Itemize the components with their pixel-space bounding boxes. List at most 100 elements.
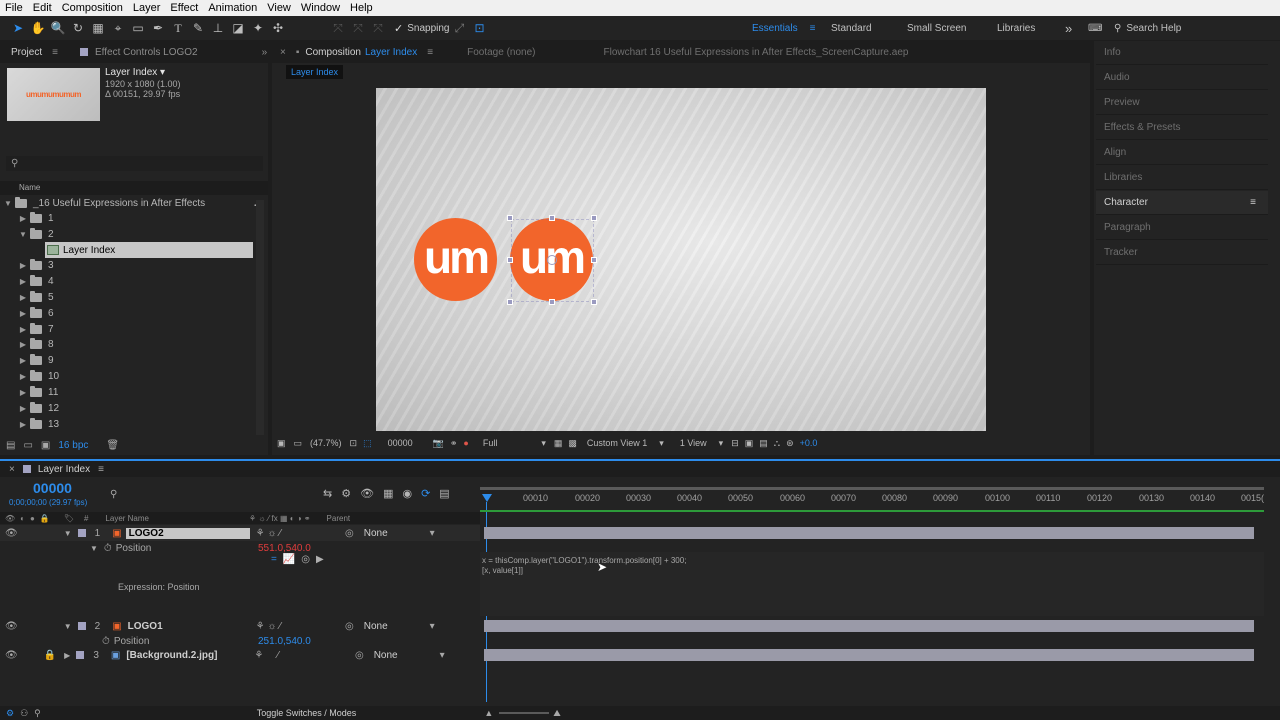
list-item[interactable]: ▶ 11 bbox=[0, 384, 268, 400]
fast-previews-icon[interactable]: ▦ bbox=[554, 438, 563, 449]
view-layout-dropdown[interactable]: Custom View 1 bbox=[587, 438, 647, 448]
property-value[interactable]: 251.0,540.0 bbox=[258, 636, 311, 647]
list-item[interactable]: ▶ 8 bbox=[0, 336, 268, 352]
menu-effect[interactable]: Effect bbox=[165, 2, 203, 14]
transfer-controls-icon[interactable]: ⚇ bbox=[20, 708, 28, 719]
close-icon[interactable]: × bbox=[9, 464, 15, 475]
tab-footage[interactable]: Footage (none) bbox=[467, 47, 535, 58]
project-search-input[interactable]: ⚲ bbox=[6, 156, 263, 171]
frame-blending-icon[interactable]: ▦ bbox=[383, 487, 393, 500]
list-item[interactable]: ▶ 1 bbox=[0, 210, 268, 226]
menu-view[interactable]: View bbox=[262, 2, 296, 14]
rectangle-tool-icon[interactable]: ▭ bbox=[128, 18, 148, 38]
layer-name[interactable]: [Background.2.jpg] bbox=[126, 650, 248, 661]
expand-panels-icon[interactable]: » bbox=[262, 47, 268, 58]
tab-project[interactable]: Project bbox=[11, 47, 42, 58]
motion-blur-icon[interactable]: ◉ bbox=[402, 487, 412, 500]
channel-icon[interactable]: ● bbox=[463, 438, 468, 448]
transform-handle[interactable] bbox=[591, 299, 597, 305]
more-workspaces-icon[interactable]: » bbox=[1065, 16, 1072, 40]
panel-tracker[interactable]: Tracker bbox=[1096, 241, 1268, 265]
panel-audio[interactable]: Audio bbox=[1096, 66, 1268, 90]
label-swatch[interactable] bbox=[76, 651, 85, 659]
hand-tool-icon[interactable]: ✋ bbox=[28, 18, 48, 38]
list-item-root-folder[interactable]: ▼ _16 Useful Expressions in After Effect… bbox=[0, 195, 268, 211]
menu-file[interactable]: File bbox=[0, 2, 28, 14]
reset-exposure-icon[interactable]: ⊛ bbox=[786, 438, 794, 449]
exposure-value[interactable]: +0.0 bbox=[800, 438, 818, 448]
timeline-search-input[interactable]: ⚲ bbox=[110, 487, 310, 501]
solo-icon[interactable]: ● bbox=[30, 514, 35, 523]
eye-icon[interactable]: 👁 bbox=[5, 528, 18, 539]
composition-viewer[interactable]: um um bbox=[376, 88, 986, 431]
layer-bar-logo2[interactable] bbox=[484, 527, 1254, 539]
menu-layer[interactable]: Layer bbox=[128, 2, 166, 14]
expand-triangle-icon[interactable]: ▼ bbox=[3, 199, 13, 208]
menu-animation[interactable]: Animation bbox=[203, 2, 262, 14]
lock-icon[interactable]: 🔒 bbox=[44, 650, 56, 661]
list-item[interactable]: ▶ 10 bbox=[0, 368, 268, 384]
draft-3d-icon[interactable]: ⚙ bbox=[341, 487, 351, 500]
expand-triangle-icon[interactable]: ▶ bbox=[18, 277, 28, 286]
layer-switches-toggle-icon[interactable]: ⚙ bbox=[6, 708, 14, 719]
transform-handle[interactable] bbox=[549, 299, 555, 305]
type-tool-icon[interactable]: T bbox=[168, 18, 188, 38]
dropdown-icon[interactable]: ▾ bbox=[160, 67, 165, 78]
parent-pickwhip-icon[interactable]: ◎ bbox=[345, 528, 354, 539]
close-icon[interactable]: × bbox=[280, 47, 286, 58]
delete-icon[interactable]: 🗑 bbox=[106, 440, 119, 451]
region-of-interest-icon[interactable]: ⬚ bbox=[363, 438, 372, 449]
anchor-point-icon[interactable] bbox=[547, 255, 557, 265]
expression-enable-icon[interactable]: = bbox=[271, 554, 277, 565]
workspace-libraries[interactable]: Libraries bbox=[997, 16, 1035, 40]
transform-handle[interactable] bbox=[507, 299, 513, 305]
list-item[interactable]: ▶ 12 bbox=[0, 400, 268, 416]
in-out-toggle-icon[interactable]: ⚲ bbox=[34, 708, 41, 719]
snap-options-icon[interactable]: ⤢ bbox=[449, 18, 469, 38]
expand-triangle-icon[interactable]: ▶ bbox=[18, 420, 28, 429]
panel-character[interactable]: Character ≡ bbox=[1096, 191, 1268, 215]
timeline-current-time[interactable]: 00000 bbox=[33, 480, 72, 496]
composition-breadcrumb[interactable]: Layer Index bbox=[286, 65, 344, 79]
roto-brush-tool-icon[interactable]: ✦ bbox=[248, 18, 268, 38]
panel-menu-icon[interactable]: ≡ bbox=[1250, 197, 1256, 208]
fast-preview-icon[interactable]: ▣ bbox=[745, 438, 754, 449]
menu-help[interactable]: Help bbox=[345, 2, 378, 14]
expand-triangle-icon[interactable]: ▶ bbox=[64, 651, 70, 660]
graph-editor-icon[interactable]: ⟳ bbox=[421, 487, 430, 500]
layer-name[interactable]: LOGO1 bbox=[128, 621, 250, 632]
expand-triangle-icon[interactable]: ▶ bbox=[18, 404, 28, 413]
layer-bar-background[interactable] bbox=[484, 649, 1254, 661]
local-axis-icon[interactable]: ⤧ bbox=[328, 18, 348, 38]
magnification-dropdown[interactable]: (47.7%) bbox=[310, 438, 342, 448]
chevron-down-icon[interactable]: ▾ bbox=[430, 528, 435, 539]
layer-switches[interactable]: ⚘ ☼ ⁄ bbox=[256, 528, 281, 539]
list-item[interactable]: ▶ 9 bbox=[0, 352, 268, 368]
list-item[interactable]: ▶ 5 bbox=[0, 289, 268, 305]
parent-pickwhip-icon[interactable]: ◎ bbox=[355, 650, 364, 661]
list-item[interactable]: ▶ 6 bbox=[0, 305, 268, 321]
expand-triangle-icon[interactable]: ▼ bbox=[18, 230, 28, 239]
shy-layers-icon[interactable]: 👁 bbox=[360, 487, 374, 500]
panel-align[interactable]: Align bbox=[1096, 141, 1268, 165]
list-item[interactable]: ▶ 7 bbox=[0, 321, 268, 337]
snapping-checkbox[interactable]: ✓ bbox=[394, 22, 403, 35]
tab-effect-controls[interactable]: Effect Controls LOGO2 bbox=[95, 47, 198, 58]
bit-depth-button[interactable]: 16 bpc bbox=[58, 440, 88, 451]
flowchart-icon[interactable]: ⛬ bbox=[774, 438, 780, 449]
resolution-dropdown[interactable]: Full bbox=[483, 438, 498, 448]
transform-handle[interactable] bbox=[507, 257, 513, 263]
chevron-down-icon[interactable]: ▾ bbox=[719, 438, 724, 449]
video-icon[interactable]: 👁 bbox=[5, 514, 15, 523]
expression-pickwhip-icon[interactable]: ◎ bbox=[301, 554, 310, 565]
panel-menu-icon[interactable]: ≡ bbox=[427, 47, 433, 58]
toggle-switches-modes[interactable]: Toggle Switches / Modes bbox=[257, 708, 357, 718]
expand-triangle-icon[interactable]: ▼ bbox=[64, 529, 72, 538]
chevron-down-icon[interactable]: ▾ bbox=[541, 438, 546, 449]
panel-effects-presets[interactable]: Effects & Presets bbox=[1096, 116, 1268, 140]
playhead-handle[interactable] bbox=[482, 494, 492, 502]
expand-triangle-icon[interactable]: ▶ bbox=[18, 261, 28, 270]
world-axis-icon[interactable]: ⤧ bbox=[348, 18, 368, 38]
eraser-tool-icon[interactable]: ◪ bbox=[228, 18, 248, 38]
label-swatch[interactable] bbox=[77, 529, 86, 537]
